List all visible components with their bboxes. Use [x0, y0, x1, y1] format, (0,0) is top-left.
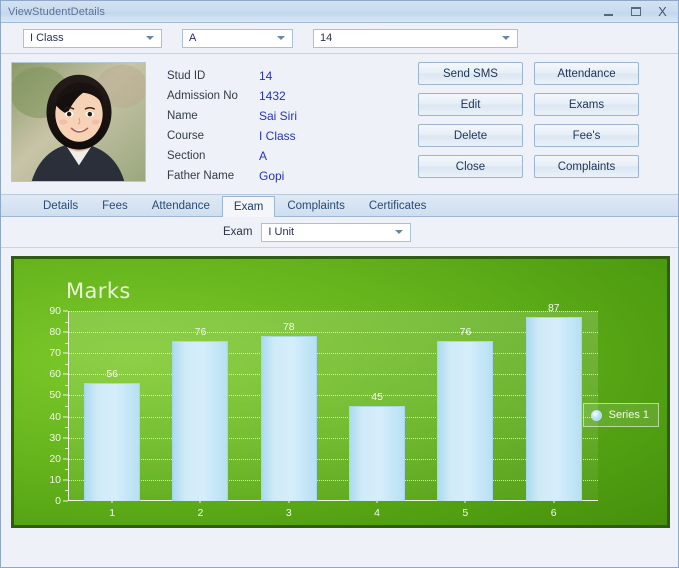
legend-label: Series 1 [609, 409, 649, 421]
filter-bar: I Class A 14 [1, 23, 678, 54]
y-tick-label: 70 [49, 347, 61, 359]
tab-certificates[interactable]: Certificates [357, 195, 439, 216]
field-label: Stud ID [167, 68, 259, 85]
chart-title: Marks [66, 279, 131, 303]
send-sms-button[interactable]: Send SMS [418, 62, 523, 85]
chevron-down-icon [502, 36, 510, 40]
student-photo [11, 62, 146, 182]
edit-button[interactable]: Edit [418, 93, 523, 116]
close-button[interactable]: Close [418, 155, 523, 178]
tab-complaints[interactable]: Complaints [275, 195, 357, 216]
x-tick-label: 6 [509, 507, 597, 519]
class-dropdown-value: I Class [30, 32, 64, 44]
x-tick-label: 3 [245, 507, 333, 519]
x-tick-label: 1 [68, 507, 156, 519]
bar[interactable]: 78 [261, 336, 317, 501]
bar-slot: 45 [333, 311, 421, 501]
y-tick-label: 50 [49, 389, 61, 401]
action-button-grid: Send SMS Attendance Edit Exams Delete Fe… [418, 62, 639, 178]
chart-area: Marks 0102030405060708090 567678457687 1… [1, 248, 678, 567]
bar-slot: 76 [421, 311, 509, 501]
window-title: ViewStudentDetails [8, 6, 595, 18]
delete-button[interactable]: Delete [418, 124, 523, 147]
class-dropdown[interactable]: I Class [23, 29, 162, 48]
close-window-button[interactable]: X [649, 3, 676, 21]
tab-attendance[interactable]: Attendance [140, 195, 222, 216]
marks-bar-chart: Marks 0102030405060708090 567678457687 1… [11, 256, 670, 528]
x-tick-label: 5 [421, 507, 509, 519]
attendance-button[interactable]: Attendance [534, 62, 639, 85]
exam-selector-row: Exam I Unit [1, 217, 678, 248]
x-tick-label: 2 [156, 507, 244, 519]
bar[interactable]: 45 [349, 406, 405, 501]
section-dropdown-value: A [189, 32, 196, 44]
exams-button[interactable]: Exams [534, 93, 639, 116]
field-label: Admission No [167, 88, 259, 105]
student-details-panel: Stud ID 14 Admission No 1432 Name Sai Si… [1, 54, 678, 195]
view-student-details-window: ViewStudentDetails X I Class A 14 [0, 0, 679, 568]
bar-series: 567678457687 [68, 311, 598, 501]
bar[interactable]: 76 [437, 341, 493, 501]
exam-label: Exam [223, 226, 252, 238]
y-tick-label: 40 [49, 411, 61, 423]
bar-value-label: 87 [548, 302, 560, 314]
bar-value-label: 76 [460, 326, 472, 338]
tab-exam[interactable]: Exam [222, 196, 275, 217]
bar-slot: 78 [245, 311, 333, 501]
field-value: I Class [259, 128, 297, 145]
chevron-down-icon [277, 36, 285, 40]
bar-value-label: 45 [371, 391, 383, 403]
tab-strip: Details Fees Attendance Exam Complaints … [1, 195, 678, 217]
window-controls: X [595, 3, 676, 21]
chevron-down-icon [395, 230, 403, 234]
y-tick-label: 0 [55, 495, 61, 507]
field-value: A [259, 148, 297, 165]
y-tick-label: 80 [49, 326, 61, 338]
tab-fees[interactable]: Fees [90, 195, 140, 216]
fees-button[interactable]: Fee's [534, 124, 639, 147]
exam-dropdown-value: I Unit [268, 226, 294, 238]
bar-slot: 56 [68, 311, 156, 501]
title-bar: ViewStudentDetails X [1, 1, 678, 23]
field-value: 14 [259, 68, 297, 85]
maximize-icon [631, 7, 641, 16]
y-tick-label: 20 [49, 453, 61, 465]
y-tick-label: 30 [49, 432, 61, 444]
chart-legend: Series 1 [583, 403, 659, 427]
x-axis-labels: 123456 [68, 507, 598, 519]
bar[interactable]: 76 [172, 341, 228, 501]
bar[interactable]: 56 [84, 383, 140, 501]
bar-value-label: 78 [283, 321, 295, 333]
exam-dropdown[interactable]: I Unit [261, 223, 411, 242]
field-label: Father Name [167, 168, 259, 185]
chevron-down-icon [146, 36, 154, 40]
bar-value-label: 56 [106, 368, 118, 380]
student-id-dropdown-value: 14 [320, 32, 332, 44]
complaints-button[interactable]: Complaints [534, 155, 639, 178]
bar-slot: 76 [156, 311, 244, 501]
tab-details[interactable]: Details [31, 195, 90, 216]
maximize-button[interactable] [622, 3, 649, 21]
section-dropdown[interactable]: A [182, 29, 293, 48]
student-info-list: Stud ID 14 Admission No 1432 Name Sai Si… [167, 62, 297, 194]
legend-marker-icon [591, 410, 602, 421]
student-id-dropdown[interactable]: 14 [313, 29, 518, 48]
field-label: Name [167, 108, 259, 125]
field-value: Sai Siri [259, 108, 297, 125]
chart-plot-area: 0102030405060708090 567678457687 [68, 311, 598, 501]
field-label: Section [167, 148, 259, 165]
bar-value-label: 76 [195, 326, 207, 338]
close-icon: X [658, 5, 667, 18]
y-tick-label: 90 [49, 305, 61, 317]
bar[interactable]: 87 [526, 317, 582, 501]
field-label: Course [167, 128, 259, 145]
y-tick-label: 60 [49, 368, 61, 380]
minimize-button[interactable] [595, 3, 622, 21]
field-value: Gopi [259, 168, 297, 185]
y-tick-label: 10 [49, 474, 61, 486]
field-value: 1432 [259, 88, 297, 105]
x-tick-label: 4 [333, 507, 421, 519]
minimize-icon [604, 14, 613, 16]
